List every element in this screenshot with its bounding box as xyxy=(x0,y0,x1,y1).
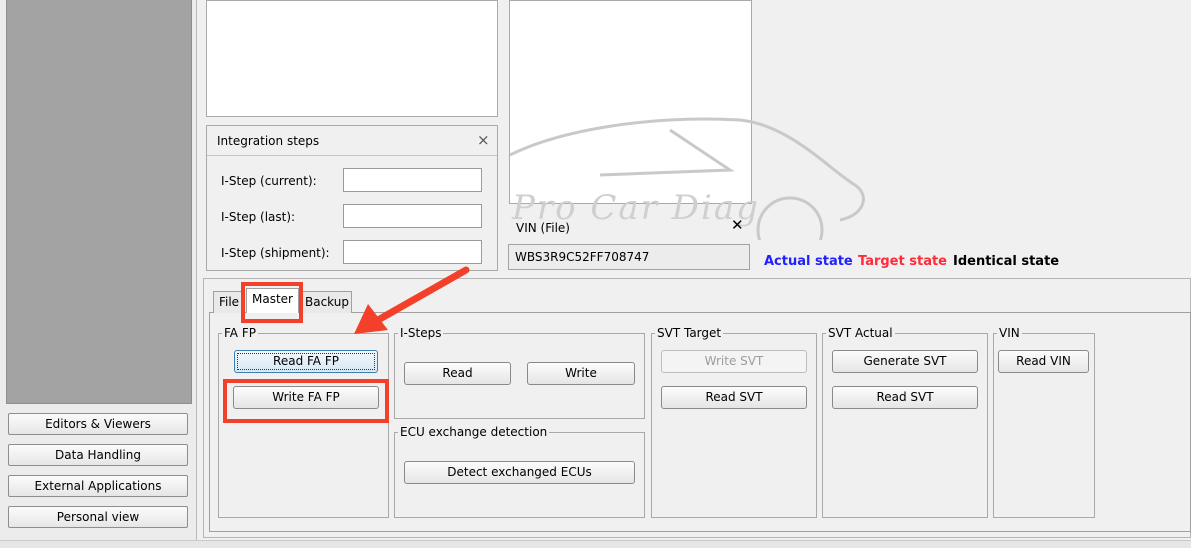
istep-last-label: I-Step (last): xyxy=(221,210,296,224)
vin-file-value: WBS3R9C52FF708747 xyxy=(508,244,750,270)
integration-steps-title: Integration steps xyxy=(217,134,320,148)
close-icon[interactable]: ✕ xyxy=(731,216,744,234)
target-state-label: Target state xyxy=(858,254,947,269)
detect-exchanged-ecus-button[interactable]: Detect exchanged ECUs xyxy=(404,461,635,484)
istep-current-input[interactable] xyxy=(343,168,482,192)
sidebar-tree-area xyxy=(6,0,192,404)
generate-svt-button[interactable]: Generate SVT xyxy=(832,350,978,373)
group-vin-title: VIN xyxy=(997,326,1022,340)
actual-state-label: Actual state xyxy=(764,254,853,269)
group-svt-actual-title: SVT Actual xyxy=(826,326,895,340)
istep-current-label: I-Step (current): xyxy=(221,174,317,188)
group-ecu-exchange-title: ECU exchange detection xyxy=(398,425,550,439)
annotation-arrow-icon xyxy=(354,266,470,334)
i-steps-write-button[interactable]: Write xyxy=(527,362,635,385)
sidebar-item-editors-viewers[interactable]: Editors & Viewers xyxy=(8,413,188,435)
sidebar-item-external-applications[interactable]: External Applications xyxy=(8,475,188,497)
read-vin-button[interactable]: Read VIN xyxy=(998,350,1089,373)
sidebar-item-data-handling[interactable]: Data Handling xyxy=(8,444,188,466)
identical-state-label: Identical state xyxy=(953,254,1060,269)
sidebar-item-personal-view[interactable]: Personal view xyxy=(8,506,188,528)
status-bar xyxy=(0,540,1191,548)
i-steps-read-button[interactable]: Read xyxy=(404,362,511,385)
istep-shipment-label: I-Step (shipment): xyxy=(221,246,330,260)
write-svt-button[interactable]: Write SVT xyxy=(661,350,807,373)
group-svt-target-title: SVT Target xyxy=(655,326,724,340)
group-fa-fp-title: FA FP xyxy=(222,326,258,340)
svt-actual-read-svt-button[interactable]: Read SVT xyxy=(832,386,978,409)
integration-steps-panel: Integration steps × I-Step (current): I-… xyxy=(206,125,498,271)
istep-shipment-input[interactable] xyxy=(343,240,482,264)
istep-last-input[interactable] xyxy=(343,204,482,228)
top-left-panel xyxy=(206,0,498,117)
read-fa-fp-button[interactable]: Read FA FP xyxy=(234,350,378,373)
close-icon[interactable]: × xyxy=(477,131,490,149)
annotation-highlight-write-fa-fp xyxy=(223,379,389,423)
svt-target-read-svt-button[interactable]: Read SVT xyxy=(661,386,807,409)
annotation-highlight-master-tab xyxy=(241,282,303,323)
vin-file-title: VIN (File) xyxy=(516,221,570,235)
vin-file-panel: VIN (File) ✕ WBS3R9C52FF708747 xyxy=(505,213,753,271)
